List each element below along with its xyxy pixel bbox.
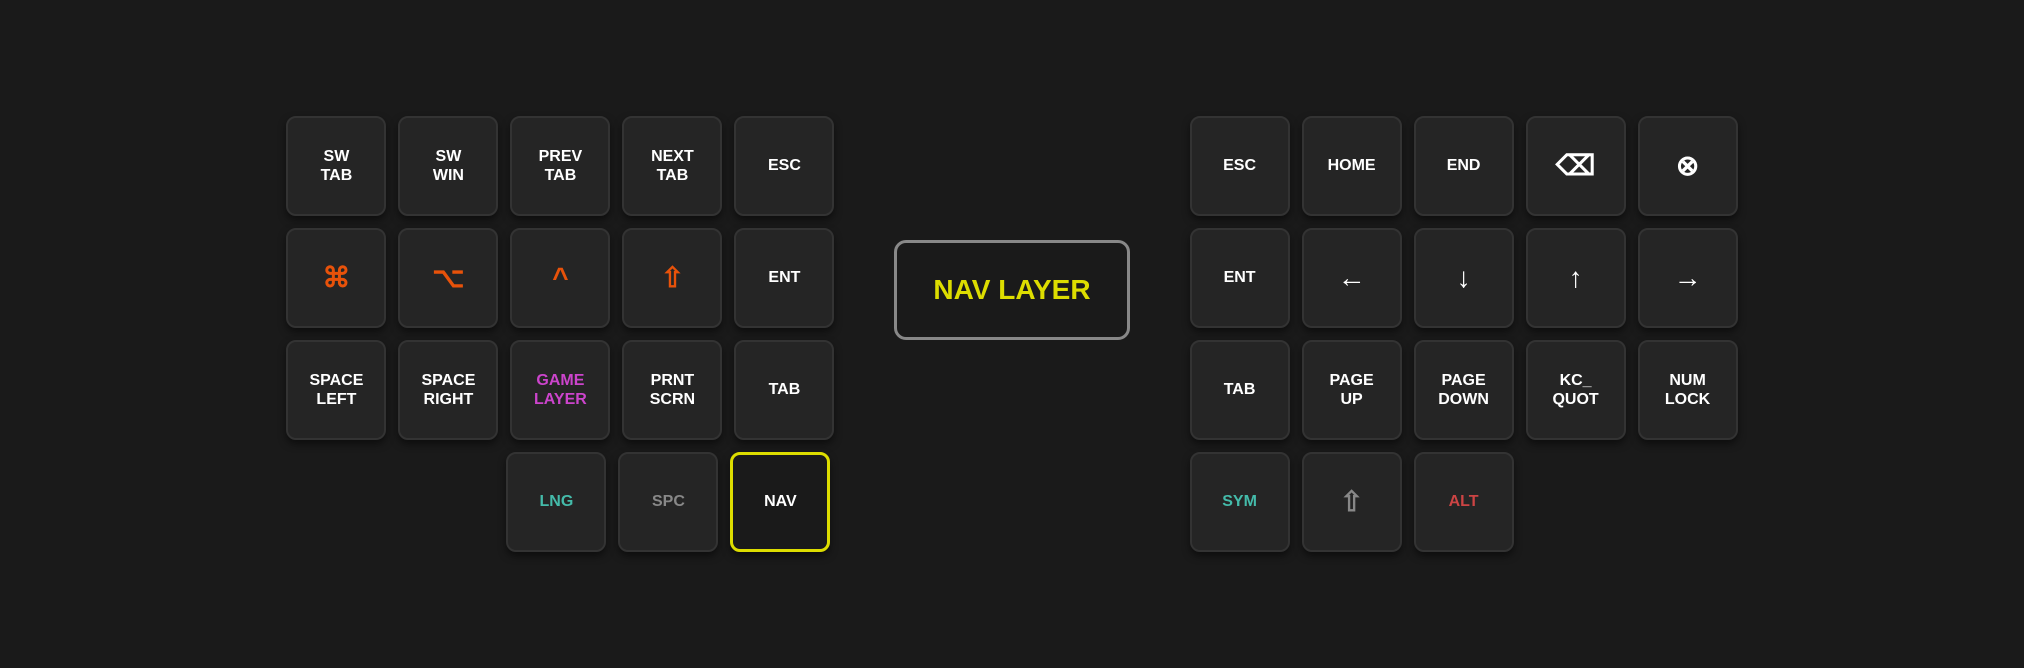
- key-tab-left[interactable]: TAB: [734, 340, 834, 440]
- key-home[interactable]: HOME: [1302, 116, 1402, 216]
- key-space-left[interactable]: SPACELEFT: [286, 340, 386, 440]
- key-num-lock[interactable]: NUMLOCK: [1638, 340, 1738, 440]
- key-game-layer[interactable]: GAMELAYER: [510, 340, 610, 440]
- key-backspace[interactable]: ⌫: [1526, 116, 1626, 216]
- key-esc-left[interactable]: ESC: [734, 116, 834, 216]
- key-prnt-scrn[interactable]: PRNTSCRN: [622, 340, 722, 440]
- key-arrow-left[interactable]: ←: [1302, 228, 1402, 328]
- center-area: NAV LAYER: [894, 116, 1129, 340]
- key-arrow-up[interactable]: ↑: [1526, 228, 1626, 328]
- key-sym[interactable]: SYM: [1190, 452, 1290, 552]
- key-nav[interactable]: NAV: [730, 452, 830, 552]
- key-ent-right[interactable]: ENT: [1190, 228, 1290, 328]
- key-sw-tab[interactable]: SWTAB: [286, 116, 386, 216]
- right-row-4: SYM ⇧ ALT: [1190, 452, 1738, 552]
- left-row-3: SPACELEFT SPACERIGHT GAMELAYER PRNTSCRN …: [286, 340, 834, 440]
- key-page-down[interactable]: PAGEDOWN: [1414, 340, 1514, 440]
- key-alt-left[interactable]: ⌥: [398, 228, 498, 328]
- key-space-right[interactable]: SPACERIGHT: [398, 340, 498, 440]
- key-arrow-right[interactable]: →: [1638, 228, 1738, 328]
- key-ent-left[interactable]: ENT: [734, 228, 834, 328]
- key-tab-right[interactable]: TAB: [1190, 340, 1290, 440]
- key-delete[interactable]: ⊗: [1638, 116, 1738, 216]
- key-cmd[interactable]: ⌘: [286, 228, 386, 328]
- key-esc-right[interactable]: ESC: [1190, 116, 1290, 216]
- right-row-1: ESC HOME END ⌫ ⊗: [1190, 116, 1738, 216]
- key-prev-tab[interactable]: PREVTAB: [510, 116, 610, 216]
- right-half: ESC HOME END ⌫ ⊗ ENT ← ↓ ↑ → TAB PAGEUP …: [1190, 116, 1738, 552]
- key-arrow-down[interactable]: ↓: [1414, 228, 1514, 328]
- key-kc-quot[interactable]: KC_QUOT: [1526, 340, 1626, 440]
- right-row-3: TAB PAGEUP PAGEDOWN KC_QUOT NUMLOCK: [1190, 340, 1738, 440]
- left-row-2: ⌘ ⌥ ^ ⇧ ENT: [286, 228, 834, 328]
- keyboard-container: SWTAB SWWIN PREVTAB NEXTTAB ESC ⌘ ⌥ ^ ⇧ …: [246, 76, 1777, 592]
- left-half: SWTAB SWWIN PREVTAB NEXTTAB ESC ⌘ ⌥ ^ ⇧ …: [286, 116, 834, 552]
- key-alt-right[interactable]: ALT: [1414, 452, 1514, 552]
- key-spc[interactable]: SPC: [618, 452, 718, 552]
- key-shift-right[interactable]: ⇧: [1302, 452, 1402, 552]
- nav-layer-label: NAV LAYER: [894, 240, 1129, 340]
- key-next-tab[interactable]: NEXTTAB: [622, 116, 722, 216]
- key-sw-win[interactable]: SWWIN: [398, 116, 498, 216]
- key-shift-left[interactable]: ⇧: [622, 228, 722, 328]
- key-end[interactable]: END: [1414, 116, 1514, 216]
- left-row-4: LNG SPC NAV: [506, 452, 834, 552]
- key-ctrl-left[interactable]: ^: [510, 228, 610, 328]
- key-lng[interactable]: LNG: [506, 452, 606, 552]
- key-page-up[interactable]: PAGEUP: [1302, 340, 1402, 440]
- right-row-2: ENT ← ↓ ↑ →: [1190, 228, 1738, 328]
- left-row-1: SWTAB SWWIN PREVTAB NEXTTAB ESC: [286, 116, 834, 216]
